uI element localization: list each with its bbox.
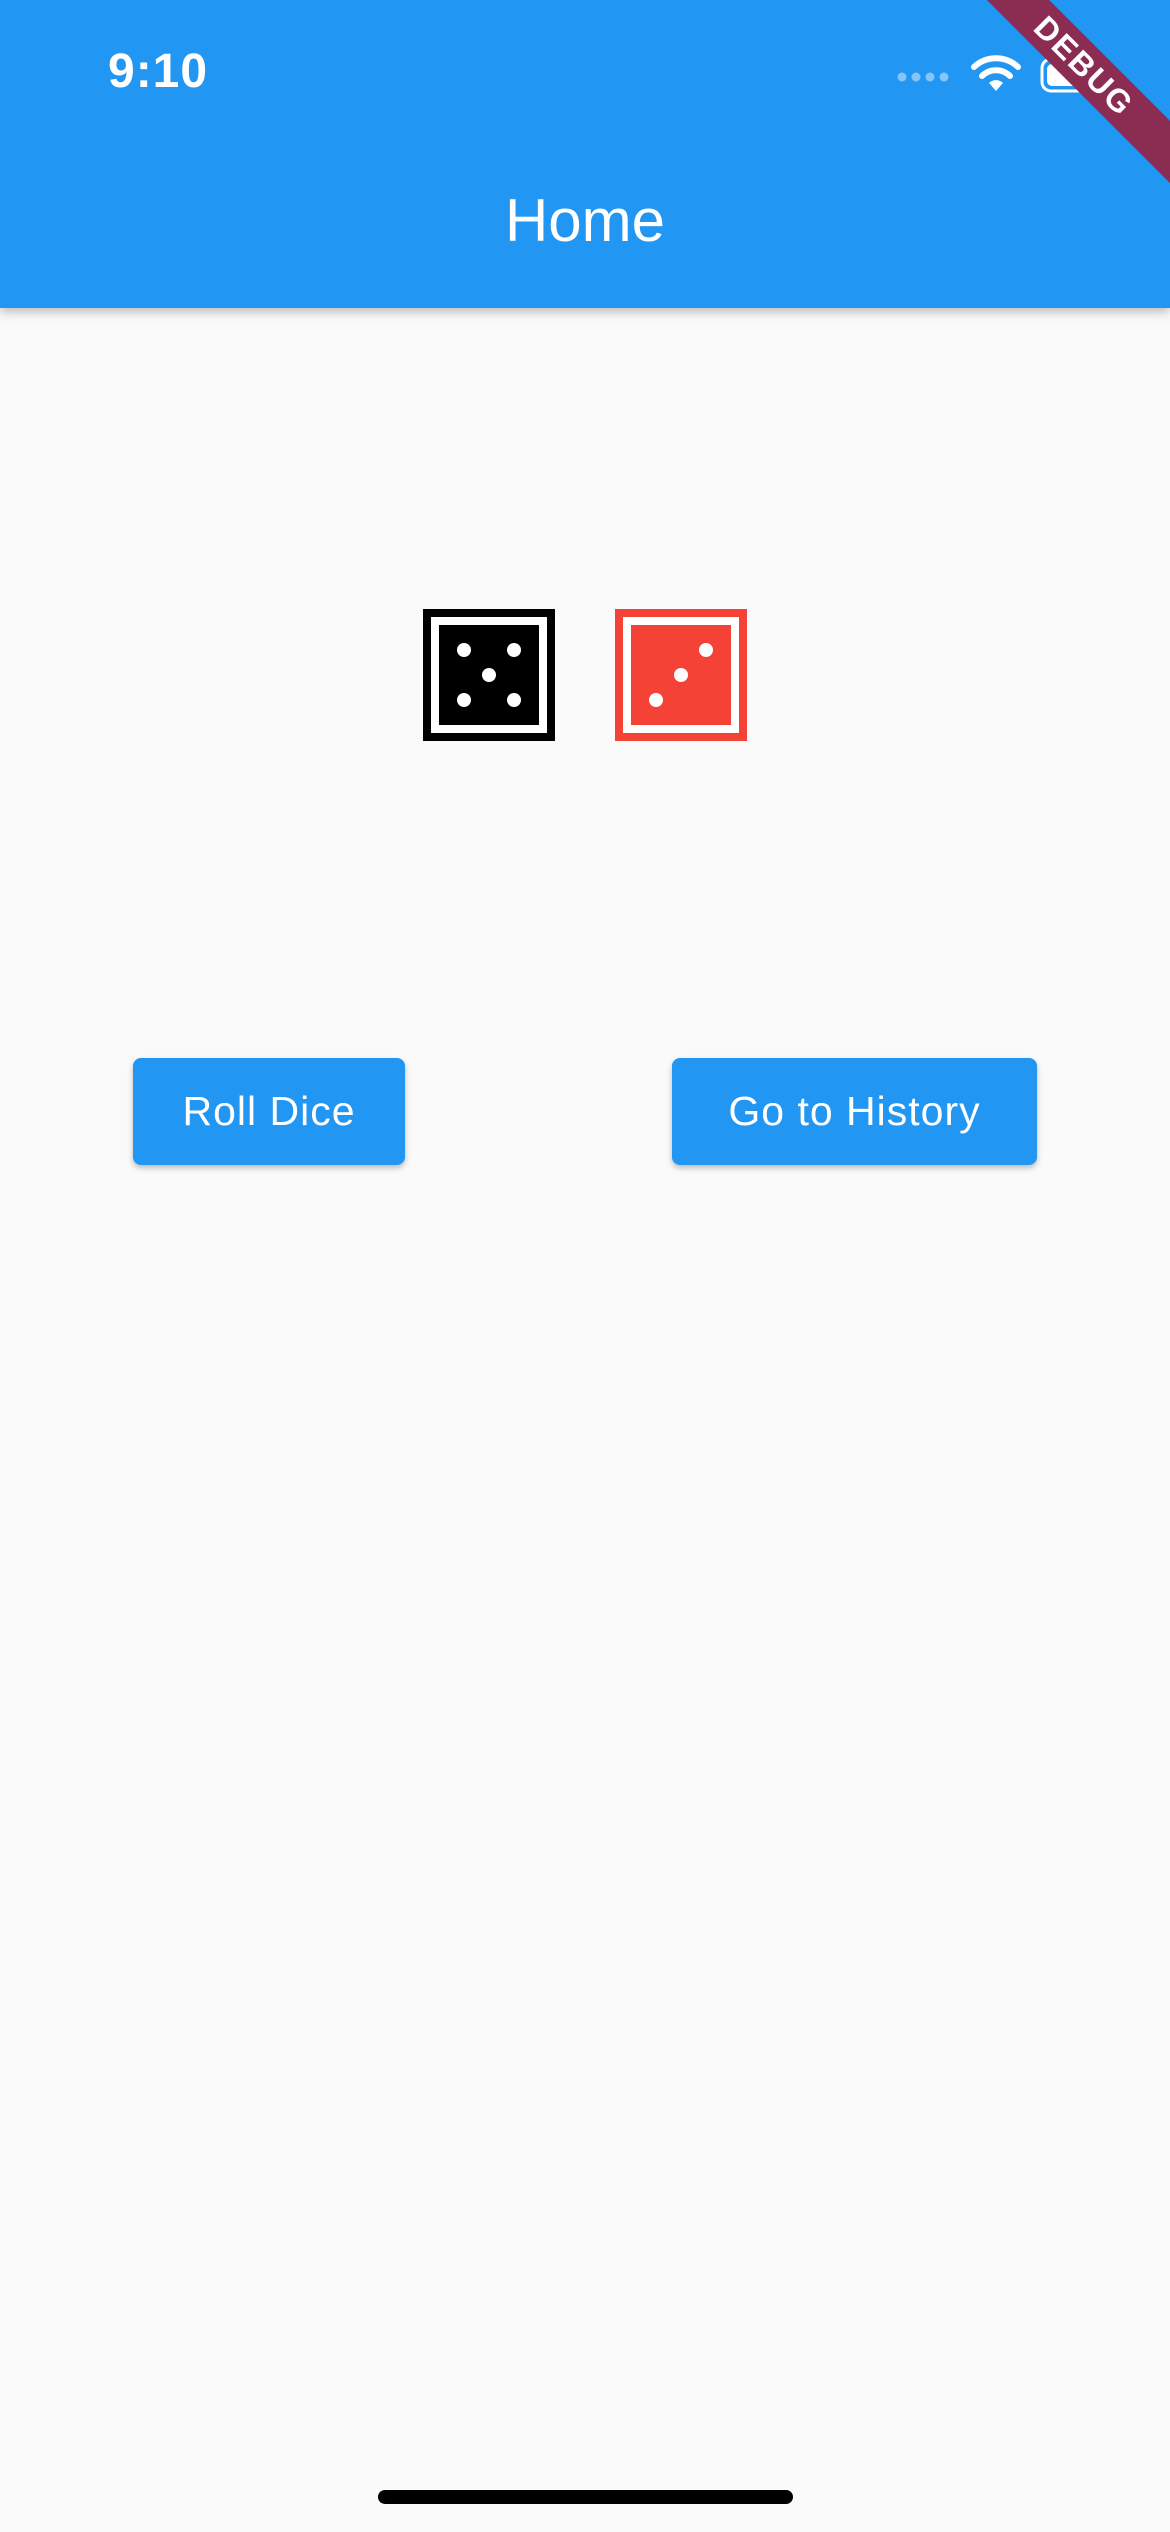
home-indicator[interactable]	[378, 2490, 793, 2504]
wifi-icon	[970, 55, 1022, 95]
die-three-icon	[614, 608, 748, 742]
status-time: 9:10	[108, 45, 209, 98]
die-five-icon	[422, 608, 556, 742]
dice-row	[0, 608, 1170, 742]
app-bar: 9:10 Home	[0, 0, 1170, 308]
cellular-signal-icon	[896, 65, 952, 85]
home-screen: 9:10 Home DEBUG Roll Dice Go to History	[0, 0, 1170, 2532]
page-title: Home	[504, 187, 666, 254]
roll-dice-button[interactable]: Roll Dice	[133, 1058, 405, 1165]
go-to-history-button[interactable]: Go to History	[672, 1058, 1037, 1165]
